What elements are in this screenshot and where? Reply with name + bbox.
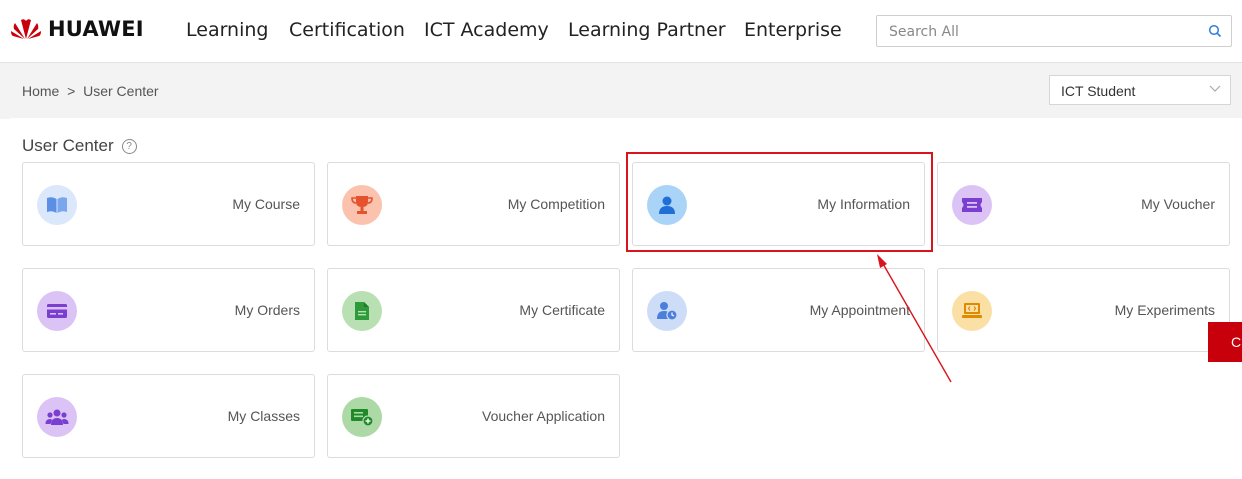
card-my-certificate[interactable]: My Certificate	[327, 268, 620, 352]
search-box	[876, 15, 1232, 47]
page-title: User Center	[22, 136, 114, 155]
card-label: My Experiments	[1114, 302, 1215, 318]
voucher-add-icon	[342, 397, 382, 437]
card-label: My Course	[232, 196, 300, 212]
ticket-icon	[952, 185, 992, 225]
card-my-experiments[interactable]: My Experiments	[937, 268, 1230, 352]
card-my-course[interactable]: My Course	[22, 162, 315, 246]
user-clock-icon	[647, 291, 687, 331]
card-voucher-application[interactable]: Voucher Application	[327, 374, 620, 458]
annotation-highlight-box	[626, 152, 933, 252]
nav-learning-partner[interactable]: Learning Partner	[568, 19, 726, 41]
role-select-value: ICT Student	[1061, 83, 1136, 99]
huawei-flower-logo-icon	[11, 19, 41, 39]
trophy-icon	[342, 185, 382, 225]
book-icon	[37, 185, 77, 225]
brand-name: HUAWEI	[48, 17, 144, 41]
card-label: My Classes	[227, 408, 300, 424]
card-label: My Competition	[507, 196, 605, 212]
nav-enterprise[interactable]: Enterprise	[744, 19, 842, 41]
card-label: My Certificate	[519, 302, 605, 318]
card-my-orders[interactable]: My Orders	[22, 268, 315, 352]
document-icon	[342, 291, 382, 331]
card-my-classes[interactable]: My Classes	[22, 374, 315, 458]
breadcrumb-home[interactable]: Home	[22, 83, 59, 99]
search-input[interactable]	[887, 22, 1191, 42]
role-select[interactable]: ICT Student	[1049, 75, 1231, 105]
breadcrumb-bar: Home > User Center ICT Student	[0, 62, 1242, 119]
nav-ict-academy[interactable]: ICT Academy	[424, 19, 549, 41]
huawei-logo[interactable]: HUAWEI	[10, 17, 144, 41]
nav-certification[interactable]: Certification	[289, 19, 405, 41]
search-icon[interactable]	[1208, 24, 1222, 38]
card-label: Voucher Application	[482, 408, 605, 424]
breadcrumb-current: User Center	[83, 83, 159, 99]
laptop-code-icon	[952, 291, 992, 331]
card-my-competition[interactable]: My Competition	[327, 162, 620, 246]
help-icon[interactable]: ?	[121, 138, 137, 154]
card-label: My Voucher	[1141, 196, 1215, 212]
floating-side-tab[interactable]: C	[1208, 322, 1242, 362]
group-icon	[37, 397, 77, 437]
card-my-appointment[interactable]: My Appointment	[632, 268, 925, 352]
card-label: My Orders	[234, 302, 300, 318]
user-center-heading: User Center ?	[22, 136, 137, 156]
card-icon	[37, 291, 77, 331]
nav-learning[interactable]: Learning	[186, 19, 269, 41]
breadcrumb-separator: >	[67, 83, 76, 99]
floating-tab-label: C	[1231, 334, 1242, 350]
card-label: My Appointment	[809, 302, 910, 318]
chevron-down-icon	[1209, 85, 1221, 92]
top-navigation-bar: HUAWEI Learning Certification ICT Academ…	[0, 0, 1242, 62]
card-my-voucher[interactable]: My Voucher	[937, 162, 1230, 246]
breadcrumb: Home > User Center	[22, 83, 159, 99]
